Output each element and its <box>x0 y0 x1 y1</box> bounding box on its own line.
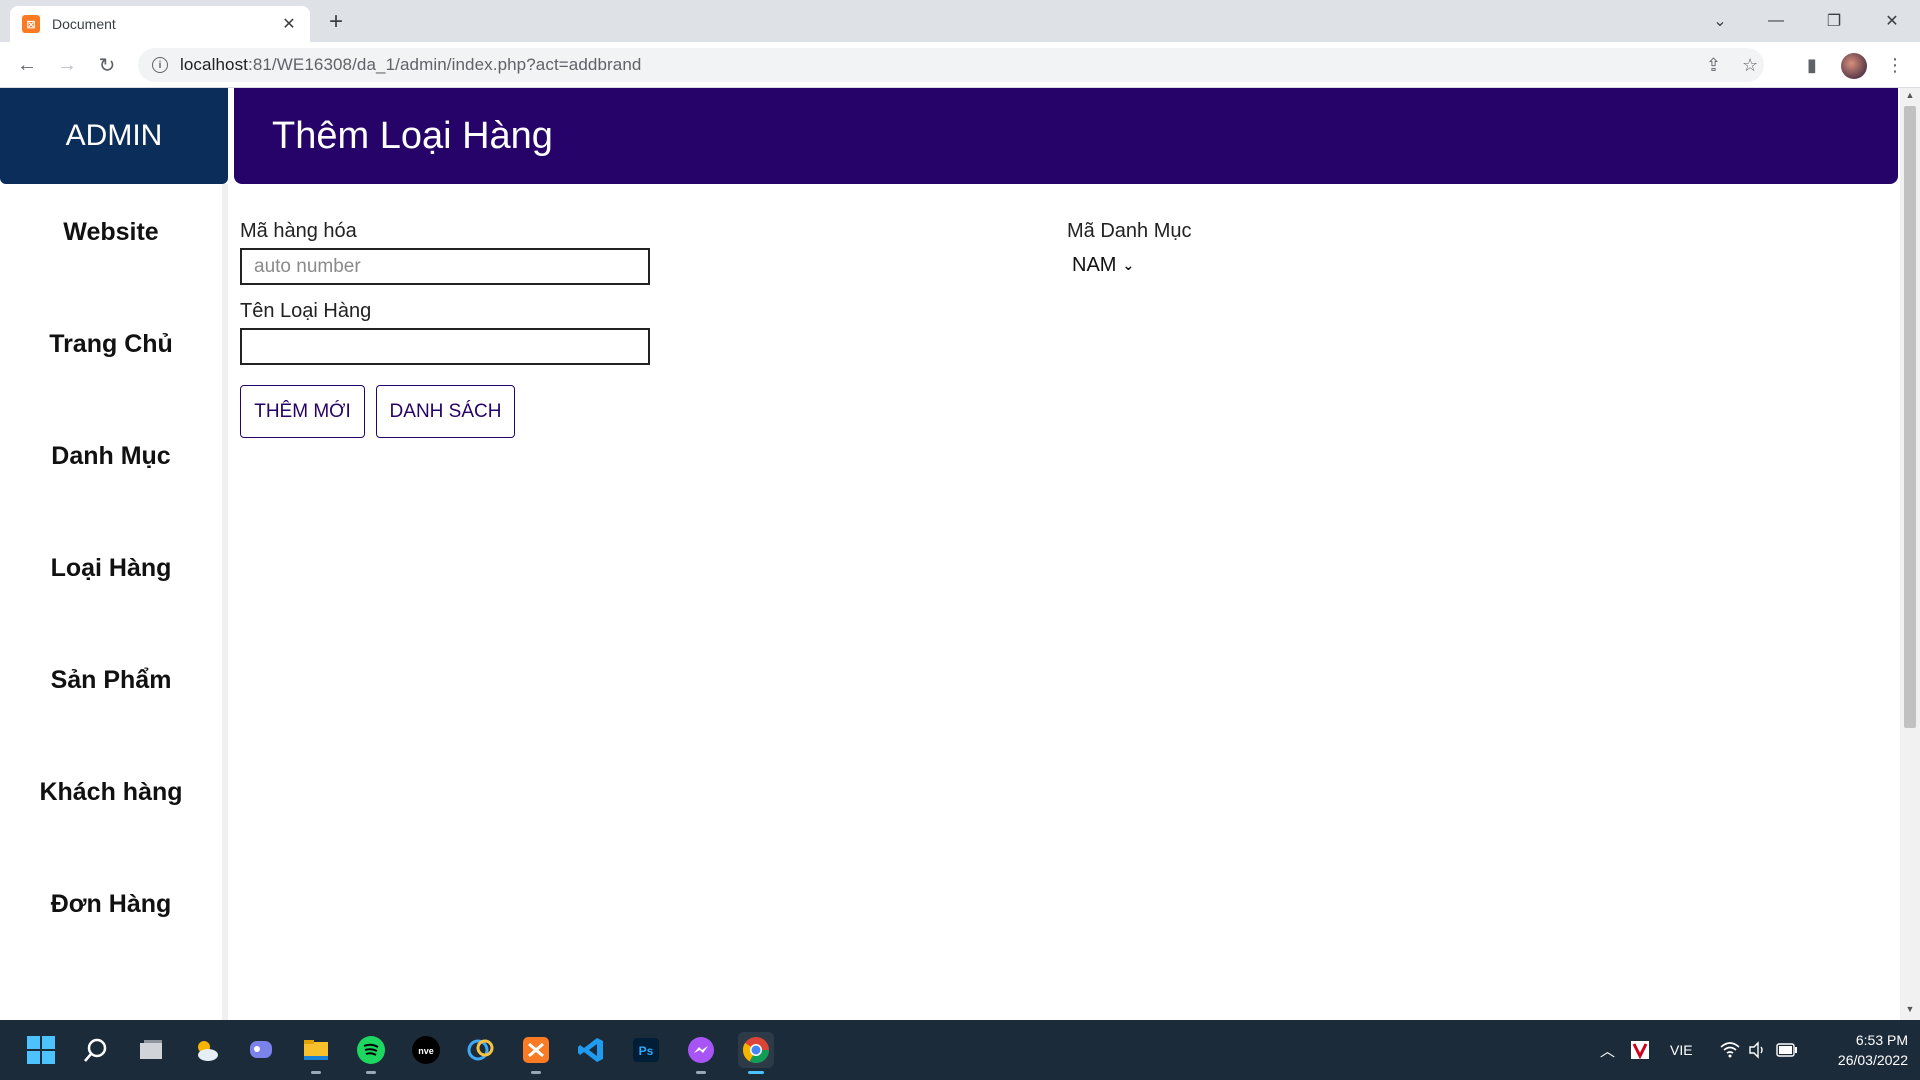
taskbar-clock[interactable]: 6:53 PM 26/03/2022 <box>1818 1030 1908 1070</box>
minimize-icon[interactable]: — <box>1748 0 1804 42</box>
weather-icon[interactable] <box>188 1032 224 1068</box>
vscode-icon[interactable] <box>573 1032 609 1068</box>
url-path: :81/WE16308/da_1/admin/index.php?act=add… <box>248 55 642 74</box>
tray-overflow-icon[interactable]: ︿ <box>1600 1020 1615 1080</box>
sidebar: Website Trang Chủ Danh Mục Loại Hàng Sản… <box>0 184 228 1020</box>
restore-icon[interactable]: ❐ <box>1806 0 1862 42</box>
xampp-icon: ⊠ <box>22 15 40 33</box>
page-scrollbar[interactable]: ▲ ▼ <box>1900 88 1920 1020</box>
sidebar-item-customers[interactable]: Khách hàng <box>0 778 222 807</box>
file-explorer-icon[interactable] <box>298 1032 334 1074</box>
name-label: Tên Loại Hàng <box>240 300 372 322</box>
xampp-icon[interactable] <box>518 1032 554 1074</box>
search-icon[interactable] <box>78 1032 114 1068</box>
wifi-icon[interactable] <box>1720 1020 1740 1080</box>
sidebar-item-website[interactable]: Website <box>0 218 222 247</box>
clock-time: 6:53 PM <box>1855 1032 1908 1048</box>
chrome-icon[interactable] <box>738 1032 774 1074</box>
site-info-icon[interactable]: i <box>152 57 168 73</box>
running-indicator <box>366 1071 376 1074</box>
tab-title: Document <box>52 16 116 32</box>
antivirus-icon[interactable] <box>1630 1020 1650 1080</box>
browser-tab[interactable]: ⊠ Document ✕ <box>10 6 310 42</box>
language-indicator[interactable]: VIE <box>1670 1020 1693 1080</box>
chevron-down-icon: ⌄ <box>1122 257 1135 273</box>
windows-start-icon[interactable] <box>23 1032 59 1068</box>
share-icon[interactable]: ⇪ <box>1706 48 1721 82</box>
list-button[interactable]: DANH SÁCH <box>376 385 515 438</box>
sidebar-item-categories[interactable]: Danh Mục <box>0 442 222 471</box>
spotify-icon[interactable] <box>353 1032 389 1074</box>
photoshop-icon[interactable]: Ps <box>628 1032 664 1068</box>
teams-chat-icon[interactable] <box>243 1032 279 1068</box>
page-title: Thêm Loại Hàng <box>234 88 1898 184</box>
close-window-icon[interactable]: ✕ <box>1864 0 1920 42</box>
bookmark-star-icon[interactable]: ☆ <box>1742 48 1758 82</box>
category-label: Mã Danh Mục <box>1067 220 1192 242</box>
svg-text:nve: nve <box>418 1046 434 1056</box>
browser-menu-icon[interactable]: ⋮ <box>1880 50 1910 80</box>
paint-icon[interactable] <box>463 1032 499 1068</box>
browser-toolbar: ← → ↻ i localhost:81/WE16308/da_1/admin/… <box>0 42 1920 88</box>
running-indicator <box>696 1071 706 1074</box>
back-icon[interactable]: ← <box>12 50 42 80</box>
reload-icon[interactable]: ↻ <box>92 50 122 80</box>
side-panel-icon[interactable]: ▮ <box>1797 50 1827 80</box>
sidebar-item-home[interactable]: Trang Chủ <box>0 330 222 359</box>
battery-icon[interactable] <box>1776 1020 1798 1080</box>
forward-icon[interactable]: → <box>52 50 82 80</box>
name-input[interactable] <box>240 328 650 365</box>
sidebar-item-product-types[interactable]: Loại Hàng <box>0 554 222 583</box>
close-tab-icon[interactable]: ✕ <box>280 14 298 34</box>
url-host: localhost <box>180 55 248 74</box>
browser-tabstrip: ⊠ Document ✕ + ⌄ — ❐ ✕ <box>0 0 1920 42</box>
new-tab-icon[interactable]: + <box>322 8 350 36</box>
scrollbar-thumb[interactable] <box>1904 106 1916 728</box>
messenger-icon[interactable] <box>683 1032 719 1074</box>
svg-text:Ps: Ps <box>639 1044 654 1058</box>
tab-search-icon[interactable]: ⌄ <box>1692 0 1748 42</box>
category-selected-value: NAM <box>1072 254 1117 276</box>
scroll-up-icon[interactable]: ▲ <box>1900 90 1920 100</box>
clock-date: 26/03/2022 <box>1837 1052 1908 1068</box>
url-text: localhost:81/WE16308/da_1/admin/index.ph… <box>180 55 641 75</box>
add-new-button[interactable]: THÊM MỚI <box>240 385 365 438</box>
running-indicator <box>311 1071 321 1074</box>
sidebar-header: ADMIN <box>0 88 228 184</box>
task-view-icon[interactable] <box>133 1032 169 1068</box>
windows-taskbar: nve Ps ︿ VIE 6:53 PM 26/03/2022 <box>0 1020 1920 1080</box>
category-select[interactable]: NAM ⌄ <box>1072 254 1134 277</box>
code-label: Mã hàng hóa <box>240 220 357 242</box>
profile-avatar[interactable] <box>1841 53 1867 79</box>
code-input[interactable] <box>240 248 650 285</box>
sidebar-item-products[interactable]: Sản Phẩm <box>0 666 222 695</box>
sidebar-item-orders[interactable]: Đơn Hàng <box>0 890 222 919</box>
address-bar[interactable]: i localhost:81/WE16308/da_1/admin/index.… <box>138 48 1764 82</box>
nve-icon[interactable]: nve <box>408 1032 444 1068</box>
scroll-down-icon[interactable]: ▼ <box>1900 1004 1920 1014</box>
running-indicator <box>748 1071 764 1074</box>
volume-icon[interactable] <box>1748 1020 1766 1080</box>
running-indicator <box>531 1071 541 1074</box>
page-viewport: ADMIN Website Trang Chủ Danh Mục Loại Hà… <box>0 88 1900 1020</box>
